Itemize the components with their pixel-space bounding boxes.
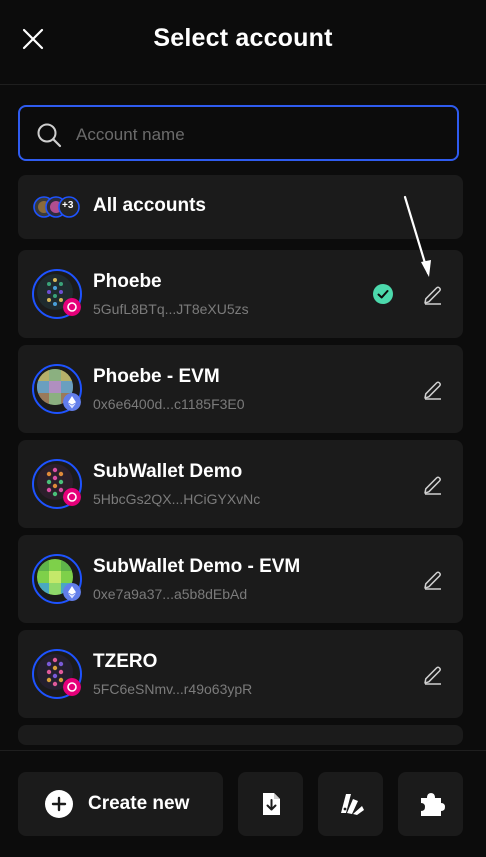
page-title: Select account (153, 24, 333, 52)
avatar (32, 649, 82, 699)
account-address: 5HbcGs2QX...HCiGYXvNc (93, 491, 261, 507)
ethereum-chain-icon (63, 393, 81, 411)
ethereum-chain-icon (63, 583, 81, 601)
account-name: Phoebe - EVM (93, 366, 220, 387)
account-item-partial[interactable] (18, 725, 463, 745)
avatar (32, 269, 82, 319)
avatar (32, 459, 82, 509)
account-item[interactable]: Phoebe - EVM 0x6e6400d...c1185F3E0 (18, 345, 463, 433)
account-item[interactable]: Phoebe 5GufL8BTq...JT8eXU5zs (18, 250, 463, 338)
search-icon (37, 123, 62, 148)
account-item[interactable]: SubWallet Demo - EVM 0xe7a9a37...a5b8dEb… (18, 535, 463, 623)
account-address: 0xe7a9a37...a5b8dEbAd (93, 586, 248, 602)
account-name: Phoebe (93, 271, 162, 292)
avatar (32, 554, 82, 604)
account-item[interactable]: TZERO 5FC6eSNmv...r49o63ypR (18, 630, 463, 718)
edit-pencil-icon[interactable] (421, 378, 445, 402)
extension-button[interactable] (398, 772, 463, 836)
account-name: SubWallet Demo - EVM (93, 556, 301, 577)
account-address: 5GufL8BTq...JT8eXU5zs (93, 301, 249, 317)
selected-check-icon (373, 284, 393, 304)
all-accounts-item[interactable]: +3 All accounts (18, 175, 463, 239)
edit-pencil-icon[interactable] (421, 473, 445, 497)
account-name: SubWallet Demo (93, 461, 243, 482)
plus-circle-icon (45, 790, 73, 818)
search-input[interactable] (74, 119, 448, 151)
polkadot-chain-icon (63, 298, 81, 316)
edit-pencil-icon[interactable] (421, 283, 445, 307)
puzzle-extension-icon (421, 793, 445, 816)
create-new-label: Create new (88, 793, 190, 814)
attach-account-button[interactable] (318, 772, 383, 836)
avatar (32, 364, 82, 414)
create-new-button[interactable]: Create new (18, 772, 223, 836)
account-list: +3 All accounts Phoebe 5GufL8BTq...JT8eX… (18, 175, 463, 751)
polkadot-chain-icon (63, 678, 81, 696)
account-name: TZERO (93, 651, 158, 672)
polkadot-chain-icon (63, 488, 81, 506)
all-accounts-extra-count: +3 (62, 200, 74, 211)
all-accounts-label: All accounts (93, 195, 206, 216)
footer-divider (0, 750, 486, 751)
search-box[interactable] (18, 105, 459, 161)
account-address: 0x6e6400d...c1185F3E0 (93, 396, 245, 412)
account-item[interactable]: SubWallet Demo 5HbcGs2QX...HCiGYXvNc (18, 440, 463, 528)
import-account-button[interactable] (238, 772, 303, 836)
account-address: 5FC6eSNmv...r49o63ypR (93, 681, 253, 697)
stacked-avatars-icon (33, 196, 80, 218)
header: Select account (0, 0, 486, 85)
edit-pencil-icon[interactable] (421, 568, 445, 592)
edit-pencil-icon[interactable] (421, 663, 445, 687)
attach-account-icon (341, 794, 364, 815)
import-file-icon (263, 793, 280, 815)
